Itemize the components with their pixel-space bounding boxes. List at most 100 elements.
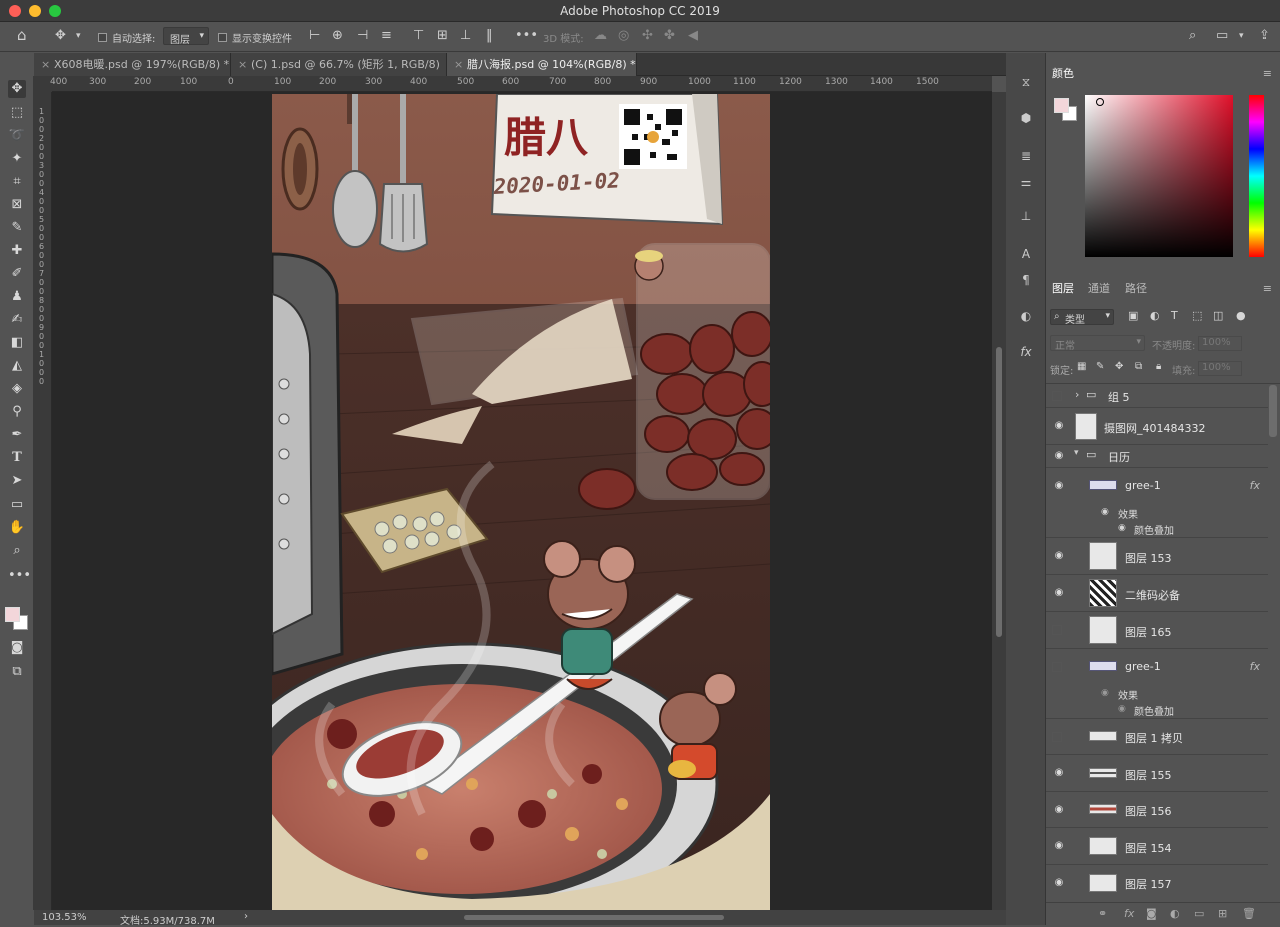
auto-select-checkbox[interactable] — [98, 30, 107, 45]
3d-scale-icon[interactable]: ◀ — [688, 28, 698, 43]
color-picker-cursor[interactable] — [1096, 98, 1104, 106]
clone-source-icon[interactable]: ⊥ — [1018, 209, 1034, 225]
eye-icon[interactable]: ◉ — [1052, 878, 1066, 888]
history-brush-icon[interactable]: ✍ — [8, 311, 26, 329]
layer-154[interactable]: ◉ 图层 154 — [1046, 828, 1268, 865]
align-top-icon[interactable]: ⊤ — [413, 28, 424, 43]
magic-wand-icon[interactable]: ✦ — [8, 150, 26, 168]
character-icon[interactable]: A — [1018, 247, 1034, 263]
fx-icon[interactable]: fx — [1250, 660, 1260, 673]
panel-menu-icon[interactable]: ≡ — [1263, 67, 1272, 80]
lock-all-icon[interactable]: 🔒︎ — [1156, 361, 1161, 372]
delete-layer-icon[interactable]: 🗑︎ — [1242, 907, 1256, 920]
new-layer-icon[interactable]: ⊞ — [1218, 907, 1227, 920]
healing-brush-icon[interactable]: ✚ — [8, 242, 26, 260]
chevron-down-icon[interactable]: ▾ — [76, 31, 81, 41]
color-panel-title[interactable]: 颜色 — [1052, 63, 1074, 85]
fx-icon[interactable]: fx — [1250, 479, 1260, 492]
close-tab-icon[interactable]: × — [41, 53, 50, 76]
brush-settings-icon[interactable]: ≣ — [1018, 149, 1034, 165]
panel-menu-icon[interactable]: ≡ — [1263, 282, 1272, 295]
search-icon[interactable]: ⌕ — [1189, 28, 1196, 43]
share-icon[interactable]: ⇪ — [1259, 28, 1270, 43]
align-left-icon[interactable]: ⊢ — [309, 28, 320, 43]
layers-scrollbar[interactable] — [1269, 385, 1277, 437]
foreground-color-swatch[interactable] — [5, 607, 20, 622]
filter-toggle-icon[interactable]: ● — [1236, 309, 1246, 322]
fill-value[interactable]: 100% — [1198, 361, 1242, 376]
align-vcenter-icon[interactable]: ⊞ — [437, 28, 448, 43]
eye-icon[interactable]: ◉ — [1052, 421, 1066, 431]
horizontal-scroll-thumb[interactable] — [464, 915, 724, 920]
paragraph-icon[interactable]: ¶ — [1018, 273, 1034, 289]
lock-artboard-icon[interactable]: ⧉ — [1135, 361, 1142, 372]
chevron-right-icon[interactable]: › — [1075, 388, 1079, 401]
eye-icon[interactable]: ◉ — [1052, 481, 1066, 491]
eye-icon[interactable]: ◉ — [1118, 704, 1126, 714]
history-icon[interactable]: ⧖ — [1018, 75, 1034, 91]
new-adjustment-icon[interactable]: ◐ — [1170, 907, 1180, 920]
adjustments-icon[interactable]: ⚌ — [1018, 175, 1034, 191]
visibility-toggle[interactable] — [1052, 625, 1062, 635]
color-field[interactable] — [1085, 95, 1233, 257]
paint-bucket-icon[interactable]: ◭ — [8, 357, 26, 375]
filter-type-icon[interactable]: T — [1171, 309, 1178, 322]
align-hcenter-icon[interactable]: ⊕ — [332, 28, 343, 43]
quick-mask-icon[interactable]: ◙ — [8, 639, 26, 657]
3d-roll-icon[interactable]: ◎ — [618, 28, 629, 43]
scroll-thumb[interactable] — [996, 347, 1002, 637]
eye-icon[interactable]: ◉ — [1118, 523, 1126, 533]
layer-qr-code[interactable]: ◉ 二维码必备 — [1046, 575, 1268, 612]
tab-layers[interactable]: 图层 — [1052, 278, 1074, 300]
poster-canvas[interactable]: 腊八 2020-01-02 — [272, 94, 770, 910]
link-layers-icon[interactable]: ⚭ — [1098, 907, 1107, 920]
zoom-tool-icon[interactable]: ⌕ — [8, 542, 26, 560]
tab-laba-poster[interactable]: × 腊八海报.psd @ 104%(RGB/8) * — [447, 53, 637, 76]
add-mask-icon[interactable]: ◙ — [1146, 907, 1157, 920]
workspace-icon[interactable]: ▭ — [1216, 28, 1228, 43]
tab-channels[interactable]: 通道 — [1088, 278, 1110, 300]
show-transform-checkbox[interactable] — [218, 30, 227, 45]
layer-165[interactable]: 图层 165 — [1046, 612, 1268, 649]
eyedropper-icon[interactable]: ✎ — [8, 219, 26, 237]
eraser-tool-icon[interactable]: ◧ — [8, 334, 26, 352]
distribute-v-icon[interactable]: ‖ — [486, 28, 493, 43]
lock-paint-icon[interactable]: ✎ — [1096, 361, 1104, 372]
filter-adjust-icon[interactable]: ◐ — [1150, 309, 1160, 322]
align-right-icon[interactable]: ⊣ — [357, 28, 368, 43]
layer-156[interactable]: ◉ 图层 156 — [1046, 792, 1268, 828]
tab-x608[interactable]: × X608电暖.psd @ 197%(RGB/8) * — [34, 53, 231, 76]
layer-group-5[interactable]: › ▭ 组 5 — [1046, 384, 1268, 408]
eye-icon[interactable]: ◉ — [1101, 688, 1109, 698]
tab-c1[interactable]: ×(C) 1.psd @ 66.7% (矩形 1, RGB/8) * — [231, 53, 447, 94]
filter-smart-icon[interactable]: ◫ — [1213, 309, 1223, 322]
styles-icon[interactable]: fx — [1018, 345, 1034, 361]
layer-155[interactable]: ◉ 图层 155 — [1046, 755, 1268, 792]
lock-position-icon[interactable]: ✥ — [1115, 361, 1123, 372]
visibility-toggle[interactable] — [1052, 732, 1062, 742]
3d-slide-icon[interactable]: ✤ — [664, 28, 675, 43]
eye-icon[interactable]: ◉ — [1052, 768, 1066, 778]
brush-tool-icon[interactable]: ✐ — [8, 265, 26, 283]
screen-mode-icon[interactable]: ⧉ — [8, 663, 26, 681]
eye-icon[interactable]: ◉ — [1052, 588, 1066, 598]
crop-tool-icon[interactable]: ⌗ — [8, 173, 26, 191]
home-icon[interactable]: ⌂ — [17, 26, 27, 44]
auto-select-dropdown[interactable]: 图层 ▾ — [163, 27, 209, 46]
3d-icon[interactable]: ⬢ — [1018, 111, 1034, 127]
lock-pixels-icon[interactable]: ▦ — [1077, 361, 1086, 372]
blend-mode-dropdown[interactable]: 正常 ▾ — [1050, 335, 1145, 352]
dodge-tool-icon[interactable]: ⚲ — [8, 403, 26, 421]
more-tools-icon[interactable]: ••• — [8, 567, 31, 585]
move-tool-icon[interactable]: ✥ — [8, 80, 26, 98]
tab-paths[interactable]: 路径 — [1125, 278, 1147, 300]
chevron-right-icon[interactable]: › — [244, 911, 248, 922]
rectangle-tool-icon[interactable]: ▭ — [8, 496, 26, 514]
visibility-toggle[interactable] — [1052, 662, 1062, 672]
move-tool-icon[interactable]: ✥ — [55, 28, 66, 43]
layer-1-copy[interactable]: 图层 1 拷贝 — [1046, 719, 1268, 755]
visibility-toggle[interactable] — [1052, 391, 1062, 401]
layer-filter-dropdown[interactable]: ⌕ 类型 ▾ — [1050, 309, 1114, 326]
layer-157[interactable]: ◉ 图层 157 — [1046, 865, 1268, 898]
3d-orbit-icon[interactable]: ☁ — [594, 28, 607, 43]
